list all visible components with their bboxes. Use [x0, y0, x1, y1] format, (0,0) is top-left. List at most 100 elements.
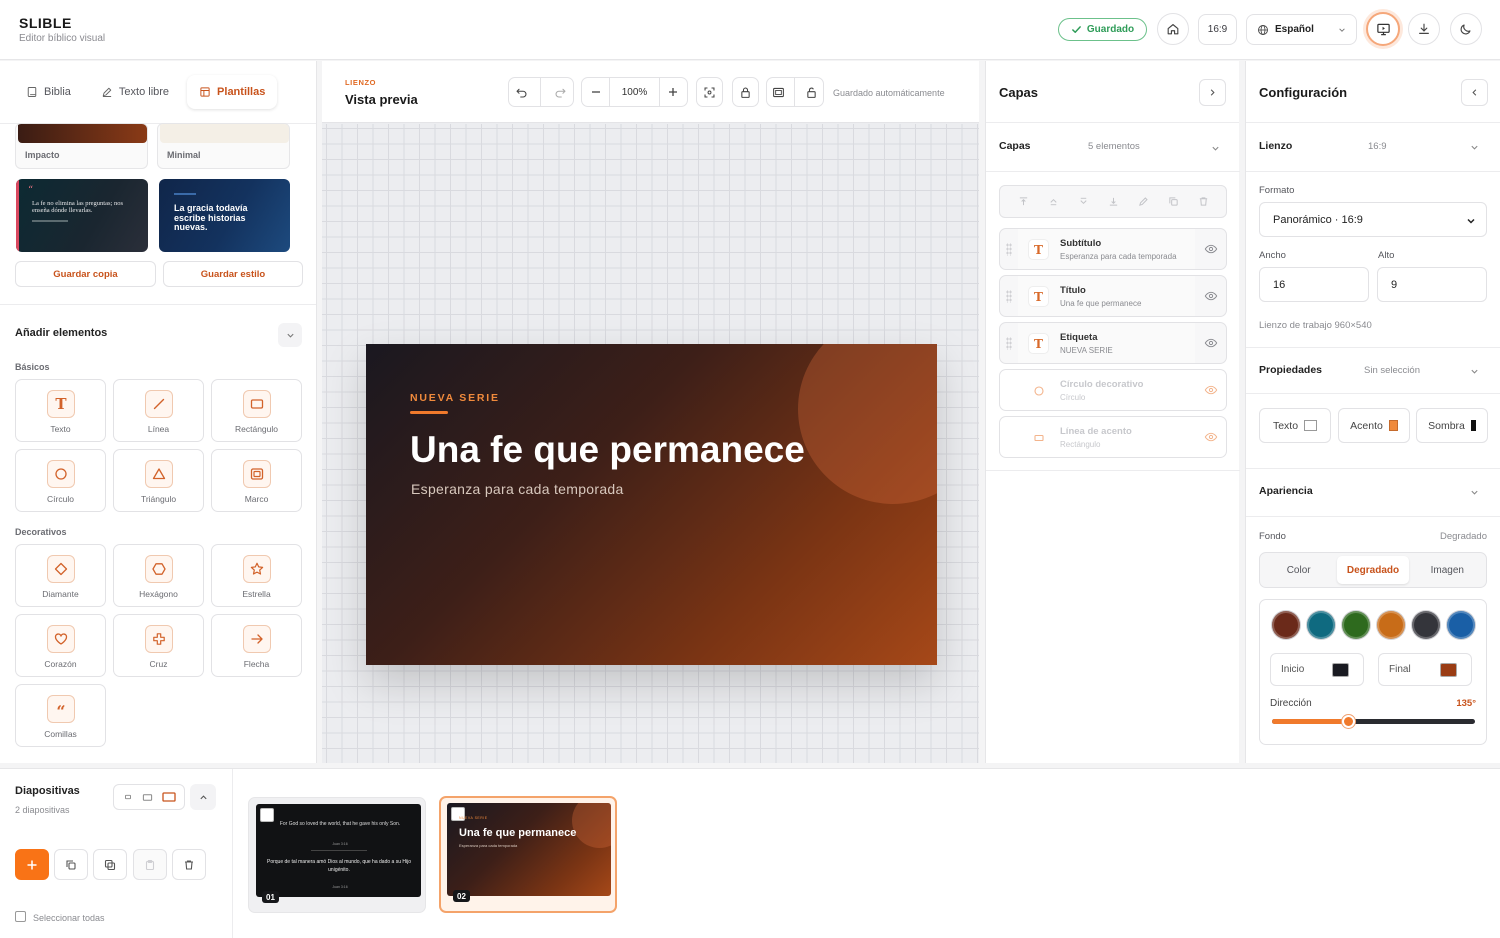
- color-swatch[interactable]: [1272, 611, 1300, 639]
- zoom-in-button[interactable]: [667, 86, 679, 98]
- move-down-button[interactable]: [1078, 196, 1089, 207]
- home-button[interactable]: [1157, 13, 1189, 45]
- template-card-minimal[interactable]: [157, 123, 290, 169]
- chevron-down-icon[interactable]: [1470, 143, 1479, 152]
- add-star-button[interactable]: Estrella: [211, 544, 302, 607]
- color-swatch[interactable]: [1307, 611, 1335, 639]
- delete-layer-button[interactable]: [1198, 196, 1209, 207]
- color-swatch[interactable]: [1342, 611, 1370, 639]
- add-heart-button[interactable]: Corazón: [15, 614, 106, 677]
- add-cross-button[interactable]: Cruz: [113, 614, 204, 677]
- lock-button[interactable]: [732, 77, 759, 107]
- collapse-layers-section-button[interactable]: [1203, 136, 1227, 160]
- add-triangle-button[interactable]: Triángulo: [113, 449, 204, 512]
- width-input[interactable]: 16: [1259, 267, 1369, 302]
- fit-screen-button[interactable]: [696, 77, 723, 107]
- saved-status-button[interactable]: Guardado: [1058, 18, 1147, 41]
- move-up-button[interactable]: [1048, 196, 1059, 207]
- template-card-impact[interactable]: [15, 123, 148, 169]
- select-all-checkbox[interactable]: [15, 911, 26, 922]
- add-rectangle-button[interactable]: Rectángulo: [211, 379, 302, 442]
- eye-icon[interactable]: [1204, 289, 1218, 303]
- drag-handle-icon[interactable]: [1006, 243, 1012, 256]
- eye-icon[interactable]: [1204, 336, 1218, 350]
- eye-icon[interactable]: [1204, 383, 1218, 397]
- layer-row-subtitle[interactable]: T Subtítulo Esperanza para cada temporad…: [999, 228, 1227, 270]
- tab-bible[interactable]: Biblia: [14, 75, 83, 109]
- add-hexagon-button[interactable]: Hexágono: [113, 544, 204, 607]
- duplicate-slide-button[interactable]: [54, 849, 88, 880]
- paste-slide-button[interactable]: [133, 849, 167, 880]
- layer-row-title[interactable]: T Título Una fe que permanece: [999, 275, 1227, 317]
- template-card-grace[interactable]: La gracia todavía escribe historias nuev…: [159, 179, 290, 252]
- drag-handle-icon[interactable]: [1006, 290, 1012, 303]
- language-select[interactable]: Español: [1246, 14, 1357, 45]
- zoom-out-button[interactable]: [590, 86, 602, 98]
- bg-tab-color[interactable]: Color: [1263, 556, 1334, 584]
- add-slide-button[interactable]: [15, 849, 49, 880]
- eye-icon[interactable]: [1204, 242, 1218, 256]
- color-swatch[interactable]: [1447, 611, 1475, 639]
- size-medium-button[interactable]: [142, 792, 153, 803]
- bg-tab-image[interactable]: Imagen: [1412, 556, 1483, 584]
- color-swatch[interactable]: [1377, 611, 1405, 639]
- drag-handle-icon[interactable]: [1006, 337, 1012, 350]
- text-color-button[interactable]: Texto: [1259, 408, 1331, 443]
- download-button[interactable]: [1408, 13, 1440, 45]
- collapse-config-button[interactable]: [1461, 79, 1488, 106]
- eye-icon[interactable]: [1204, 430, 1218, 444]
- chevron-down-icon[interactable]: [1470, 488, 1479, 497]
- delete-slide-button[interactable]: [172, 849, 206, 880]
- bring-front-button[interactable]: [1018, 196, 1029, 207]
- add-diamond-button[interactable]: Diamante: [15, 544, 106, 607]
- shadow-color-button[interactable]: Sombra: [1416, 408, 1488, 443]
- safe-area-button[interactable]: [772, 86, 785, 99]
- redo-button[interactable]: [554, 86, 567, 99]
- layer-row-accent-line[interactable]: Línea de acento Rectángulo: [999, 416, 1227, 458]
- height-input[interactable]: 9: [1377, 267, 1487, 302]
- ratio-button[interactable]: 16:9: [1198, 14, 1237, 45]
- collapse-slides-button[interactable]: [190, 784, 216, 810]
- save-copy-button[interactable]: Guardar copia: [15, 261, 156, 287]
- slide-title[interactable]: Una fe que permanece: [410, 429, 805, 471]
- size-large-button[interactable]: [161, 791, 176, 803]
- unlock-button[interactable]: [805, 86, 818, 99]
- bg-tab-gradient[interactable]: Degradado: [1337, 556, 1409, 584]
- add-quotes-button[interactable]: “ Comillas: [15, 684, 106, 747]
- add-text-button[interactable]: T Texto: [15, 379, 106, 442]
- gradient-end-picker[interactable]: Final: [1378, 653, 1472, 686]
- template-card-quote[interactable]: “ La fe no elimina las preguntas; nos en…: [16, 179, 148, 252]
- slide-1-checkbox[interactable]: [260, 808, 274, 822]
- accent-color-button[interactable]: Acento: [1338, 408, 1410, 443]
- tab-templates[interactable]: Plantillas: [187, 75, 278, 109]
- slide-preview[interactable]: NUEVA SERIE Una fe que permanece Esperan…: [366, 344, 937, 665]
- undo-button[interactable]: [515, 86, 528, 99]
- send-back-button[interactable]: [1108, 196, 1119, 207]
- direction-slider[interactable]: [1272, 715, 1475, 728]
- decorative-circle[interactable]: [798, 344, 937, 504]
- collapse-layers-button[interactable]: [1199, 79, 1226, 106]
- slide-thumbnail-1[interactable]: For God so loved the world, that he gave…: [248, 797, 426, 913]
- copy-slide-button[interactable]: [93, 849, 127, 880]
- present-button[interactable]: [1366, 12, 1400, 46]
- add-frame-button[interactable]: Marco: [211, 449, 302, 512]
- add-arrow-button[interactable]: Flecha: [211, 614, 302, 677]
- collapse-add-elements-button[interactable]: [278, 323, 302, 347]
- gradient-start-picker[interactable]: Inicio: [1270, 653, 1364, 686]
- layer-row-decorative-circle[interactable]: Círculo decorativo Círculo: [999, 369, 1227, 411]
- layer-row-label[interactable]: T Etiqueta NUEVA SERIE: [999, 322, 1227, 364]
- slide-thumbnail-2[interactable]: NUEVA SERIE Una fe que permanece Esperan…: [439, 796, 617, 913]
- add-line-button[interactable]: Línea: [113, 379, 204, 442]
- slide-subtitle[interactable]: Esperanza para cada temporada: [411, 481, 624, 497]
- color-swatch[interactable]: [1412, 611, 1440, 639]
- chevron-down-icon[interactable]: [1470, 367, 1479, 376]
- size-small-button[interactable]: [123, 792, 133, 802]
- canvas-grid[interactable]: NUEVA SERIE Una fe que permanece Esperan…: [322, 124, 979, 763]
- save-style-button[interactable]: Guardar estilo: [163, 261, 303, 287]
- theme-toggle-button[interactable]: [1450, 13, 1482, 45]
- edit-layer-button[interactable]: [1138, 196, 1149, 207]
- accent-line[interactable]: [410, 411, 448, 414]
- add-circle-button[interactable]: Círculo: [15, 449, 106, 512]
- duplicate-layer-button[interactable]: [1168, 196, 1179, 207]
- tab-free-text[interactable]: Texto libre: [89, 75, 181, 109]
